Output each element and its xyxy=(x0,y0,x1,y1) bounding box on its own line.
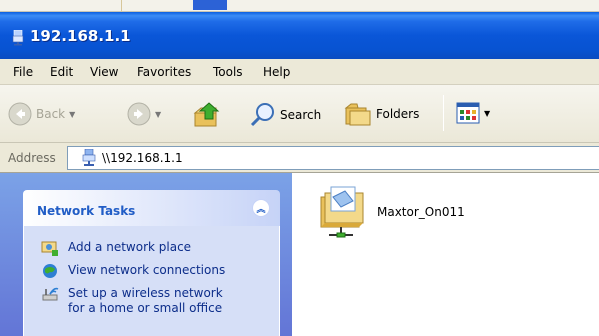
task-view-network-connections[interactable]: View network connections xyxy=(41,263,225,279)
back-dropdown-icon[interactable]: ▼ xyxy=(69,110,75,119)
views-button[interactable]: ▼ xyxy=(456,102,490,124)
task-label: Set up a wireless network for a home or … xyxy=(68,286,223,316)
window-title: 192.168.1.1 xyxy=(30,27,131,45)
back-button[interactable]: Back ▼ xyxy=(8,102,75,126)
forward-arrow-icon xyxy=(127,102,151,126)
collapse-chevron-icon[interactable]: ︽ xyxy=(252,199,270,217)
task-label-line-2: for a home or small office xyxy=(68,301,223,315)
address-value: \\192.168.1.1 xyxy=(102,151,183,165)
network-drive-icon xyxy=(12,30,24,46)
folders-icon xyxy=(344,103,371,126)
menu-file[interactable]: File xyxy=(13,65,33,79)
task-label: Add a network place xyxy=(68,240,192,254)
address-input[interactable]: \\192.168.1.1 xyxy=(67,146,599,170)
folders-button[interactable]: Folders xyxy=(344,102,419,126)
title-bar[interactable]: 192.168.1.1 xyxy=(0,12,599,59)
wireless-setup-icon xyxy=(42,287,59,301)
network-tasks-header[interactable]: Network Tasks ︽ xyxy=(23,190,280,226)
views-dropdown-icon[interactable]: ▼ xyxy=(484,109,490,118)
task-label-line-1: Set up a wireless network xyxy=(68,286,223,300)
search-label: Search xyxy=(280,108,322,122)
network-connections-icon xyxy=(43,264,57,278)
search-button[interactable]: Search xyxy=(250,102,321,128)
strip-divider xyxy=(121,0,122,12)
task-add-network-place[interactable]: Add a network place xyxy=(41,240,191,256)
address-bar: Address \\192.168.1.1 xyxy=(0,143,599,173)
taskbar-fragment xyxy=(193,0,227,10)
content-pane: Maxtor_On011 xyxy=(292,173,599,336)
task-setup-wireless-network[interactable]: Set up a wireless network for a home or … xyxy=(41,286,223,316)
menu-tools[interactable]: Tools xyxy=(213,65,243,79)
background-window-strip xyxy=(0,0,599,12)
folders-label: Folders xyxy=(376,107,420,121)
shared-folder-name: Maxtor_On011 xyxy=(377,205,465,219)
task-label: View network connections xyxy=(68,263,226,277)
forward-button[interactable]: ▼ xyxy=(127,102,161,126)
back-label: Back xyxy=(36,107,66,121)
menu-edit[interactable]: Edit xyxy=(50,65,73,79)
task-pane: Network Tasks ︽ Add a network place View… xyxy=(0,173,292,336)
address-label: Address xyxy=(8,151,56,165)
up-folder-button[interactable] xyxy=(192,99,222,129)
menu-help[interactable]: Help xyxy=(263,65,290,79)
forward-dropdown-icon[interactable]: ▼ xyxy=(155,110,161,119)
network-tasks-title: Network Tasks xyxy=(37,204,136,218)
menu-bar: File Edit View Favorites Tools Help xyxy=(0,59,599,85)
shared-folder-icon xyxy=(320,186,364,238)
network-drive-icon xyxy=(82,149,96,166)
network-place-icon xyxy=(41,241,58,256)
search-icon xyxy=(250,103,274,127)
network-tasks-panel: Network Tasks ︽ Add a network place View… xyxy=(23,190,280,336)
back-arrow-icon xyxy=(8,102,32,126)
menu-view[interactable]: View xyxy=(90,65,118,79)
shared-folder-item[interactable]: Maxtor_On011 xyxy=(315,183,465,241)
toolbar-separator xyxy=(443,95,444,131)
menu-favorites[interactable]: Favorites xyxy=(137,65,191,79)
up-folder-icon xyxy=(193,102,220,127)
toolbar: Back ▼ ▼ Search Folders ▼ xyxy=(0,85,599,143)
views-icon xyxy=(456,102,480,124)
